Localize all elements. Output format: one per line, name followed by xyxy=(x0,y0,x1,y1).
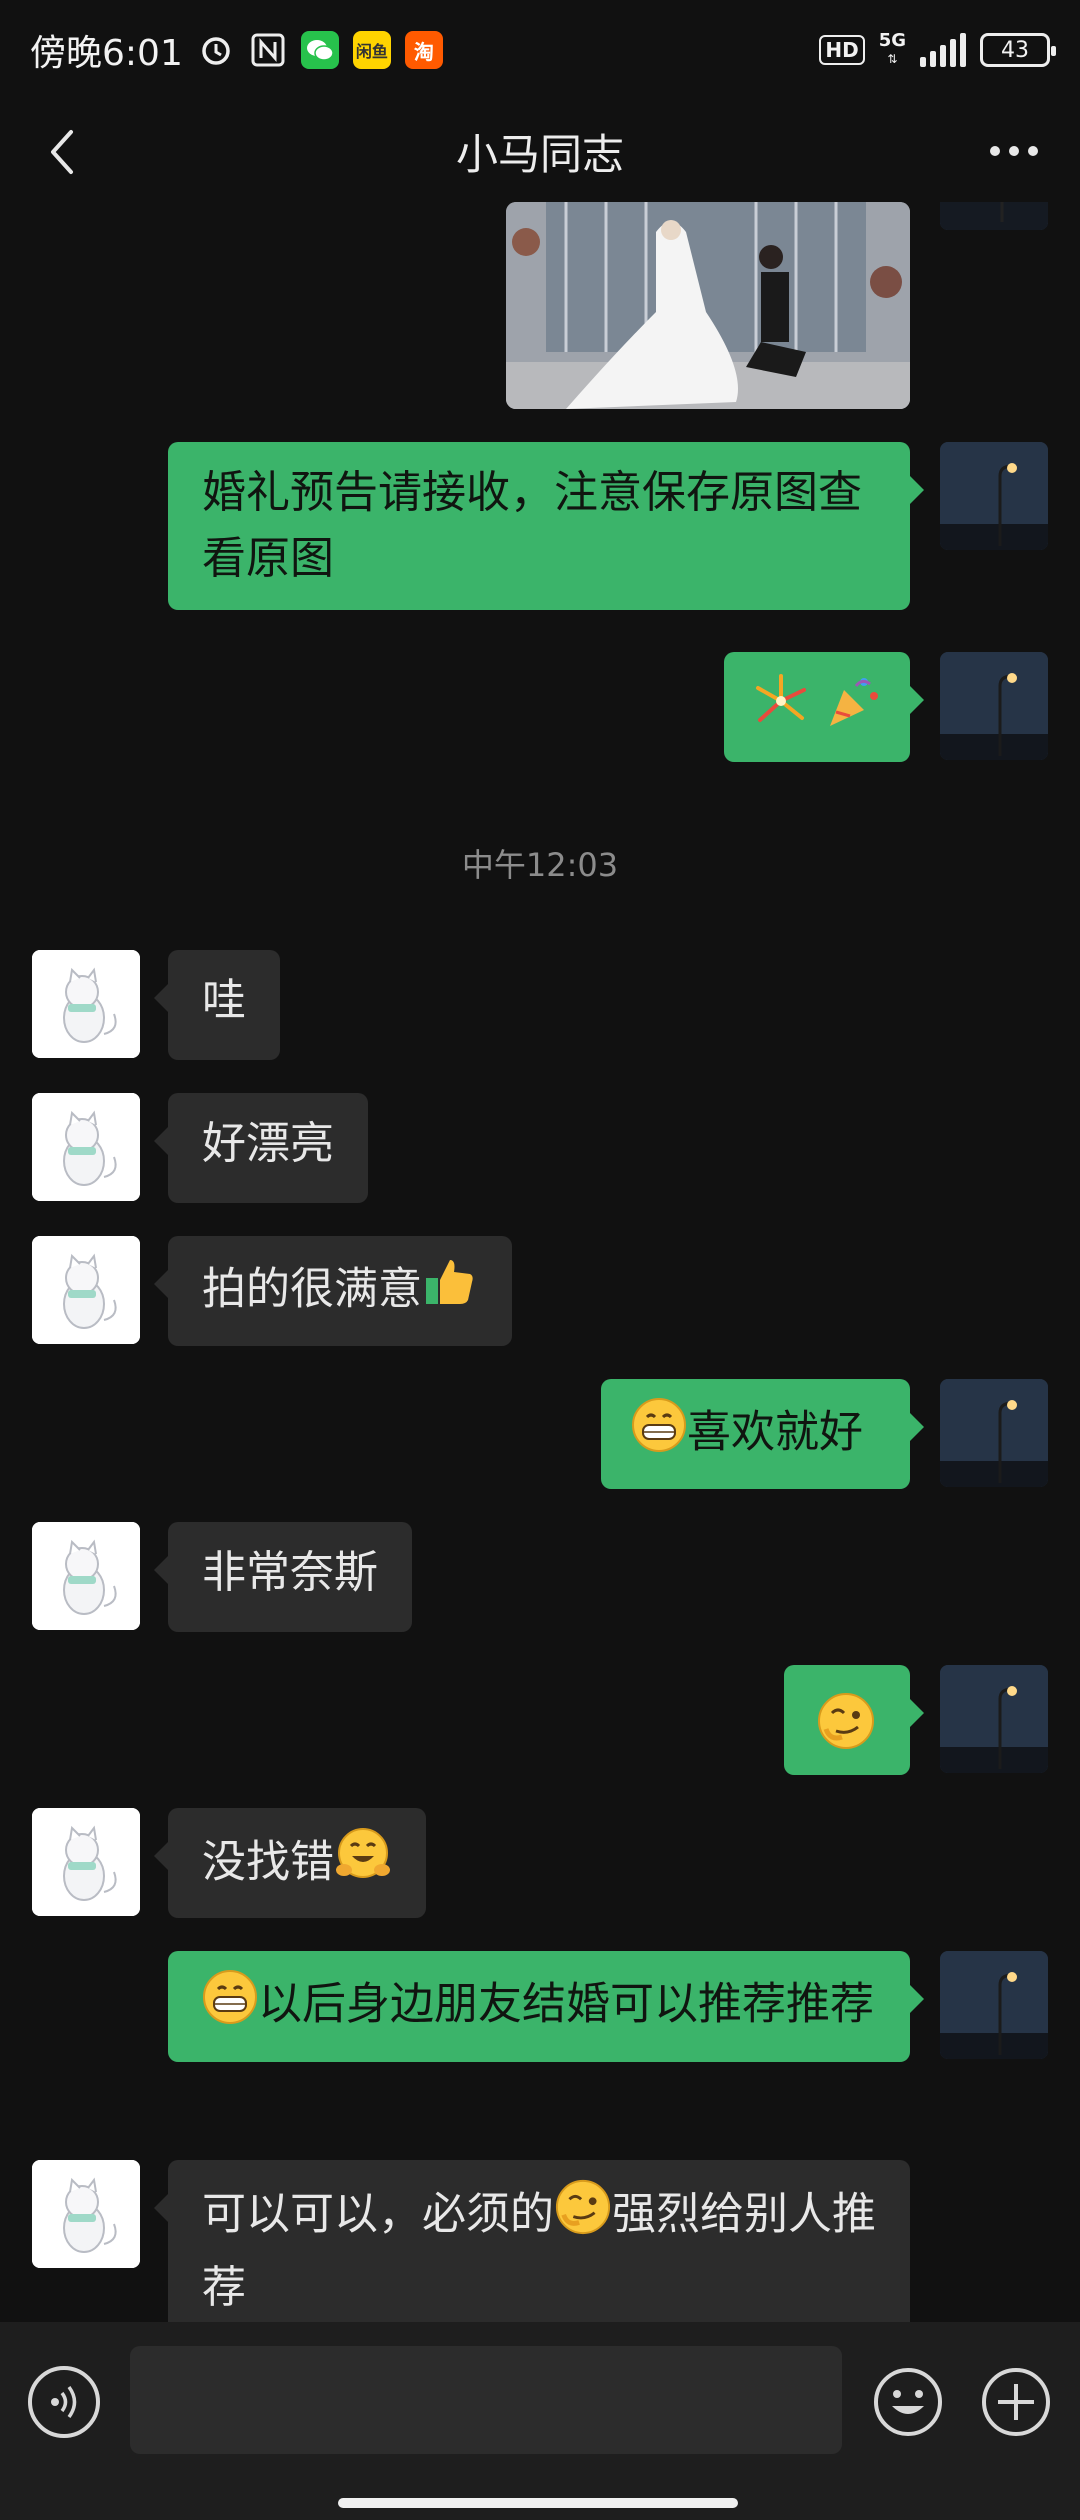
incoming-message[interactable]: 好漂亮 xyxy=(154,1093,368,1203)
xianyu-icon: 闲鱼 xyxy=(352,31,391,69)
home-indicator[interactable] xyxy=(338,2498,738,2508)
network-indicator: 5G ⇅ xyxy=(878,30,906,67)
more-dots-icon xyxy=(990,146,1038,156)
incoming-message[interactable]: 可以可以，必须的 强烈给别人推荐 xyxy=(154,2160,910,2322)
outgoing-message[interactable] xyxy=(724,652,924,762)
outgoing-message[interactable]: 以后身边朋友结婚可以推荐推荐 xyxy=(168,1951,924,2062)
message-input[interactable] xyxy=(130,2346,842,2454)
plus-icon xyxy=(982,2368,1050,2436)
my-avatar[interactable] xyxy=(940,1665,1048,1773)
nfc-icon xyxy=(249,31,287,69)
contact-avatar[interactable] xyxy=(32,2160,140,2268)
my-avatar[interactable] xyxy=(940,652,1048,760)
incoming-message[interactable]: 拍的很满意 xyxy=(154,1236,512,1346)
outgoing-message[interactable]: 婚礼预告请接收，注意保存原图查看原图 xyxy=(168,442,924,610)
message-text: 哇 xyxy=(202,975,246,1026)
incoming-message[interactable]: 没找错 xyxy=(154,1808,426,1918)
network-type: 5G xyxy=(878,30,906,51)
smirk-icon xyxy=(816,1691,876,1770)
emoji-button[interactable] xyxy=(872,2366,944,2438)
message-text: 好漂亮 xyxy=(202,1118,334,1169)
chat-header: 小马同志 xyxy=(0,100,1080,202)
contact-avatar[interactable] xyxy=(32,1093,140,1201)
my-avatar[interactable] xyxy=(940,1951,1048,2059)
chevron-left-icon xyxy=(51,130,73,174)
taobao-icon: 淘 xyxy=(404,31,443,69)
voice-icon xyxy=(51,2385,77,2419)
message-text: 以后身边朋友结婚可以推荐推荐 xyxy=(258,1978,874,2030)
party-popper-icon xyxy=(824,672,882,749)
my-avatar[interactable] xyxy=(940,202,1048,230)
signal-icon xyxy=(920,33,966,67)
wechat-icon xyxy=(300,31,339,69)
battery-level: 43 xyxy=(1001,37,1029,63)
message-text: 婚礼预告请接收，注意保存原图查看原图 xyxy=(202,467,862,584)
battery-icon: 43 xyxy=(980,33,1056,67)
my-avatar[interactable] xyxy=(940,442,1048,550)
wedding-photo-message[interactable] xyxy=(506,202,910,409)
outgoing-message[interactable]: 喜欢就好 xyxy=(601,1379,924,1489)
emoji-icon xyxy=(874,2368,942,2436)
chat-title: 小马同志 xyxy=(455,129,624,179)
incoming-message[interactable]: 哇 xyxy=(154,950,280,1060)
back-button[interactable] xyxy=(38,128,86,176)
voice-input-button[interactable] xyxy=(28,2366,100,2438)
message-list[interactable]: 婚礼预告请接收，注意保存原图查看原图 中午12:03 哇 好漂亮 拍的很满意 喜… xyxy=(0,202,1080,2322)
status-bar: 傍晚6:01 闲鱼 淘 HD 5G ⇅ 43 xyxy=(0,0,1080,100)
fireworks-icon xyxy=(752,672,810,749)
cat-avatar-icon xyxy=(32,950,140,1058)
incoming-message[interactable]: 非常奈斯 xyxy=(154,1522,412,1632)
wedding-photo xyxy=(506,202,910,409)
more-button[interactable] xyxy=(984,126,1044,176)
grin-icon xyxy=(631,1397,687,1472)
hd-badge: HD xyxy=(819,35,865,65)
thumbs-up-icon xyxy=(422,1254,478,1329)
message-text: 没找错 xyxy=(202,1836,334,1888)
input-toolbar xyxy=(0,2322,1080,2520)
my-avatar[interactable] xyxy=(940,1379,1048,1487)
contact-avatar[interactable] xyxy=(32,950,140,1058)
contact-avatar[interactable] xyxy=(32,1808,140,1916)
grin-icon xyxy=(202,1969,258,2044)
chat-timestamp: 中午12:03 xyxy=(461,846,619,884)
hugging-icon xyxy=(334,1826,392,1903)
message-text: 可以可以，必须的 xyxy=(202,2188,554,2240)
status-time: 傍晚6:01 xyxy=(30,33,183,74)
message-text: 喜欢就好 xyxy=(687,1406,863,1458)
message-text: 拍的很满意 xyxy=(202,1263,422,1315)
message-text: 非常奈斯 xyxy=(202,1547,378,1598)
outgoing-message[interactable] xyxy=(784,1665,924,1775)
more-actions-button[interactable] xyxy=(980,2366,1052,2438)
alarm-icon xyxy=(197,31,235,69)
smirk-icon xyxy=(554,2178,612,2255)
contact-avatar[interactable] xyxy=(32,1522,140,1630)
contact-avatar[interactable] xyxy=(32,1236,140,1344)
